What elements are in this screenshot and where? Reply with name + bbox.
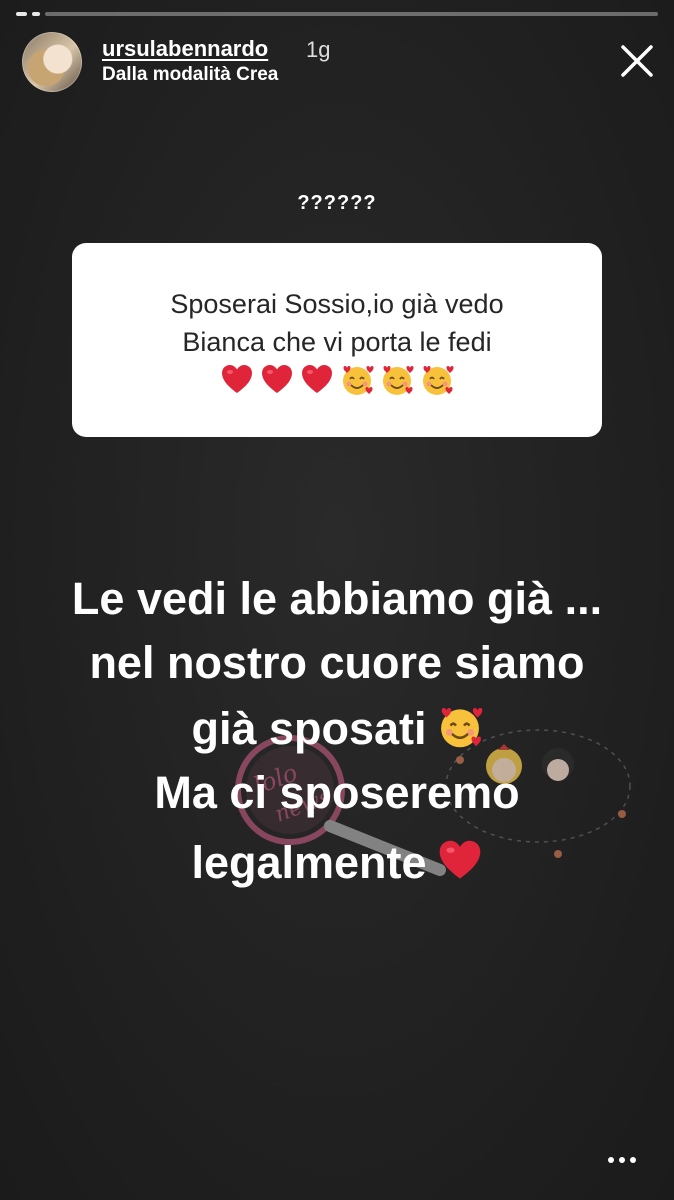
smiling-face-with-hearts-icon: [343, 366, 374, 395]
smiling-face-with-hearts-icon: [440, 708, 482, 748]
red-heart-icon: [262, 365, 292, 393]
story-progress: [16, 12, 658, 16]
close-button[interactable]: [616, 40, 658, 82]
answer-text-line: nel nostro cuore siamo: [89, 637, 585, 688]
smiling-face-with-hearts-icon: [383, 366, 414, 395]
progress-segment: [32, 12, 40, 16]
username-link[interactable]: ursulabennardo: [102, 36, 268, 62]
answer-text-line: Ma ci sposeremo: [154, 767, 520, 818]
question-text-line: Bianca che vi porta le fedi: [182, 327, 492, 357]
post-time: 1g: [306, 37, 331, 62]
emoji-row: [72, 363, 602, 397]
more-options-icon: [608, 1157, 636, 1163]
answer-text-fragment: già sposati: [191, 703, 427, 754]
question-card: Sposerai Sossio,io già vedo Bianca che v…: [72, 243, 602, 437]
progress-segment: [45, 12, 658, 16]
answer-text-line: già sposati: [0, 704, 674, 751]
red-heart-icon: [222, 365, 252, 393]
avatar[interactable]: [22, 32, 82, 92]
close-icon: [621, 45, 653, 77]
answer-text-fragment: legalmente: [191, 837, 427, 888]
progress-segment: [16, 12, 27, 16]
red-heart-icon: [302, 365, 332, 393]
question-text-line: Sposerai Sossio,io già vedo: [170, 289, 504, 319]
smiling-face-with-hearts-icon: [423, 366, 454, 395]
answer-text-line: legalmente: [0, 838, 674, 885]
story-subtitle: Dalla modalità Crea: [102, 64, 279, 85]
answer-text-line: Le vedi le abbiamo già ...: [71, 573, 603, 624]
red-heart-icon: [439, 840, 480, 879]
more-options-button[interactable]: [604, 1150, 640, 1170]
question-header: ??????: [297, 192, 377, 214]
